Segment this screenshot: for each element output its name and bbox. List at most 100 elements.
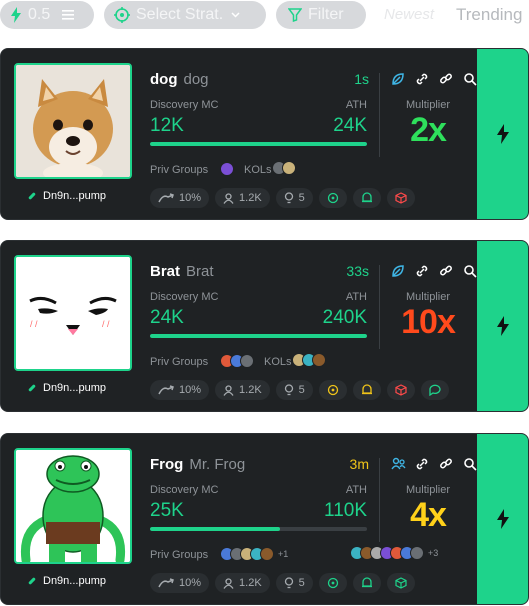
ath-label: ATH [345, 484, 367, 496]
kols-avatars[interactable] [292, 353, 326, 367]
growth-value: 10% [179, 192, 202, 204]
avatar[interactable] [282, 161, 296, 175]
link-icon[interactable] [414, 71, 430, 87]
kols-more-count[interactable]: +3 [428, 546, 438, 560]
filter-button[interactable]: Filter [276, 1, 366, 29]
priv-groups-avatars[interactable] [220, 354, 254, 368]
divider [379, 458, 380, 542]
cube-icon [395, 192, 407, 204]
crosshair-icon [327, 384, 339, 396]
users-icon[interactable] [390, 456, 406, 472]
chain-icon[interactable] [438, 263, 454, 279]
list-icon [62, 10, 75, 20]
cube-chip[interactable] [386, 188, 415, 208]
bell-icon [361, 384, 373, 396]
cube-chip[interactable] [386, 573, 415, 593]
kols-label: KOLs [264, 356, 292, 368]
crosshair-icon [114, 7, 130, 23]
token-ticker: dog [183, 71, 209, 88]
ath-label: ATH [345, 99, 367, 111]
token-image[interactable]: / / / / [14, 255, 132, 371]
kols-avatars[interactable] [272, 161, 296, 175]
multiplier-value: 2x [410, 111, 447, 149]
bell-chip[interactable] [352, 573, 381, 593]
token-address[interactable]: Dn9n...pump [27, 382, 106, 394]
tab-newest[interactable]: Newest [384, 6, 434, 23]
bell-chip[interactable] [352, 188, 381, 208]
user-icon [223, 192, 234, 204]
avatar[interactable] [312, 353, 326, 367]
holders-value: 1.2K [239, 384, 262, 396]
trend-icon [158, 578, 174, 588]
pill-icon [27, 383, 37, 393]
link-icon[interactable] [414, 263, 430, 279]
token-card[interactable]: Dn9n...pump dog dog 1s Discovery MC ATH 1… [0, 48, 529, 220]
token-age: 1s [354, 71, 369, 87]
token-name-text: Frog [150, 456, 184, 473]
quick-buy-button[interactable] [477, 49, 528, 219]
holders-chip: 1.2K [215, 380, 270, 400]
token-image[interactable] [14, 448, 132, 564]
chat-chip[interactable] [420, 380, 449, 400]
token-address-text: Dn9n...pump [43, 382, 106, 394]
multiplier-label: Multiplier [405, 99, 450, 111]
cube-chip[interactable] [386, 380, 415, 400]
avatar[interactable] [240, 354, 254, 368]
filter-label: Filter [308, 6, 344, 23]
token-name-text: Brat [150, 263, 181, 280]
token-name: Frog Mr. Frog [150, 456, 245, 473]
buy-amount-pill[interactable]: 0.5 [0, 1, 94, 29]
leaf-icon[interactable] [390, 263, 406, 279]
crosshair-chip[interactable] [318, 573, 347, 593]
tab-trending[interactable]: Trending [456, 5, 522, 25]
priv-groups-label: Priv Groups [150, 164, 209, 176]
quick-buy-button[interactable] [477, 434, 528, 604]
token-name-text: dog [150, 71, 178, 88]
token-image[interactable] [14, 63, 132, 179]
quick-buy-button[interactable] [477, 241, 528, 411]
trend-icon [158, 193, 174, 203]
token-card[interactable]: Dn9n...pump Frog Mr. Frog 3m Discovery MC… [0, 433, 529, 605]
chain-icon[interactable] [438, 456, 454, 472]
token-address[interactable]: Dn9n...pump [27, 575, 106, 587]
holders-value: 1.2K [239, 192, 262, 204]
search-icon[interactable] [462, 71, 478, 87]
crosshair-chip[interactable] [318, 188, 347, 208]
token-age: 33s [346, 263, 369, 279]
crosshair-icon [327, 192, 339, 204]
growth-value: 10% [179, 577, 202, 589]
kols-avatars[interactable]: +3 [350, 546, 438, 560]
top-toolbar: 0.5 Select Strat. Filter Newest Trending [0, 0, 529, 30]
token-address[interactable]: Dn9n...pump [27, 190, 106, 202]
crosshair-chip[interactable] [318, 380, 347, 400]
ath-value: 24K [333, 115, 367, 136]
priv-groups-avatars[interactable] [220, 162, 234, 176]
buy-amount-value[interactable]: 0.5 [28, 6, 50, 24]
token-name: Brat Brat [150, 263, 214, 280]
discovery-mc-label: Discovery MC [150, 99, 219, 111]
pill-icon [27, 191, 37, 201]
trend-icon [158, 385, 174, 395]
strategy-select[interactable]: Select Strat. [104, 1, 266, 29]
pill-icon [27, 576, 37, 586]
link-icon[interactable] [414, 456, 430, 472]
search-icon[interactable] [462, 456, 478, 472]
priv-groups-avatars[interactable]: +1 [220, 547, 288, 561]
mc-progress-fill [150, 142, 367, 146]
avatar[interactable] [410, 546, 424, 560]
avatar[interactable] [220, 162, 234, 176]
bell-chip[interactable] [352, 380, 381, 400]
avatar[interactable] [260, 547, 274, 561]
growth-value: 10% [179, 384, 202, 396]
mc-progress-bar [150, 527, 367, 531]
holders-chip: 1.2K [215, 188, 270, 208]
leaf-icon[interactable] [390, 71, 406, 87]
groups-more-count[interactable]: +1 [278, 547, 288, 561]
mc-progress-bar [150, 142, 367, 146]
action-icons [390, 263, 478, 279]
search-icon[interactable] [462, 263, 478, 279]
chat-icon [429, 384, 441, 396]
chain-icon[interactable] [438, 71, 454, 87]
token-card[interactable]: / / / / Dn9n...pump Brat Brat 33s Discove… [0, 240, 529, 412]
pins-value: 5 [298, 384, 305, 396]
